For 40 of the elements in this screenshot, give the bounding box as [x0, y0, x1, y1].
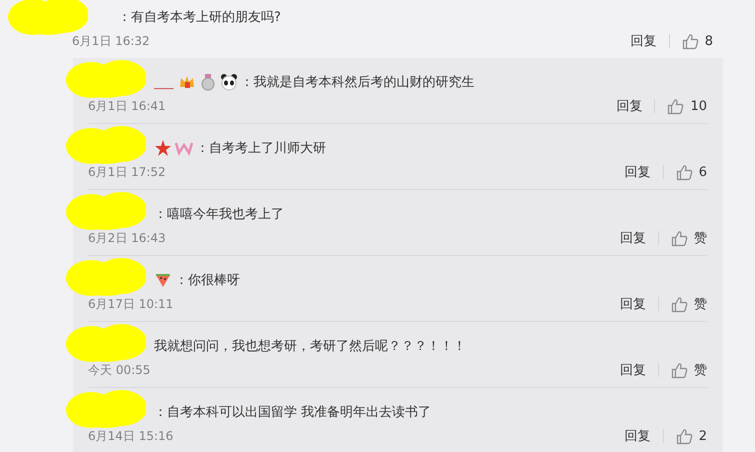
comment-text: ：有自考本考上研的朋友吗? — [118, 9, 281, 26]
reply-link[interactable]: 回复 — [630, 32, 657, 50]
comment-time: 6月2日 16:43 — [88, 230, 166, 246]
thumbs-up-icon — [676, 428, 693, 444]
like-button[interactable]: 赞 — [671, 361, 707, 379]
thumbs-up-icon — [671, 362, 688, 378]
like-button[interactable]: 6 — [676, 164, 707, 180]
user-name[interactable]: ___ — [154, 74, 174, 90]
comment-time: 6月1日 17:52 — [88, 164, 166, 180]
reply-link[interactable]: 回复 — [620, 229, 646, 247]
comment-text: ：自考考上了川师大研 — [196, 140, 326, 157]
reply-link[interactable]: 回复 — [624, 427, 651, 445]
comment-time: 6月1日 16:41 — [88, 98, 166, 114]
reply-link[interactable]: 回复 — [616, 97, 642, 115]
thumbs-up-icon — [671, 296, 688, 312]
reply-link[interactable]: 回复 — [620, 361, 646, 379]
comment-time: 6月1日 16:32 — [72, 32, 150, 50]
panda-icon — [220, 73, 238, 91]
thumbs-up-icon — [682, 32, 699, 50]
like-button[interactable]: 8 — [682, 32, 713, 50]
thumbs-up-icon — [667, 98, 684, 114]
like-button[interactable]: 10 — [667, 98, 707, 114]
medal-icon — [198, 73, 216, 91]
star-icon — [154, 139, 172, 157]
like-button[interactable]: 赞 — [671, 229, 707, 247]
comment-text: ：嘻嘻今年我也考上了 — [154, 206, 284, 223]
like-button[interactable]: 赞 — [671, 295, 707, 313]
thumbs-up-icon — [671, 230, 688, 246]
like-button[interactable]: 2 — [676, 428, 707, 444]
comment-text: 我就想问问，我也想考研，考研了然后呢？？？！！！ — [154, 338, 466, 355]
reply-link[interactable]: 回复 — [620, 295, 646, 313]
comment-text: ：我就是自考本科然后考的山财的研究生 — [240, 74, 474, 91]
thumbs-up-icon — [676, 164, 693, 180]
comment-text: ：自考本科可以出国留学 我准备明年出去读书了 — [154, 404, 432, 421]
reply-link[interactable]: 回复 — [624, 163, 651, 181]
watermelon-icon — [154, 271, 172, 289]
comment-time: 今天 00:55 — [88, 362, 150, 378]
comment-time: 6月17日 10:11 — [88, 296, 174, 312]
comment-time: 6月14日 15:16 — [88, 428, 174, 444]
comment-text: ：你很棒呀 — [175, 272, 240, 289]
